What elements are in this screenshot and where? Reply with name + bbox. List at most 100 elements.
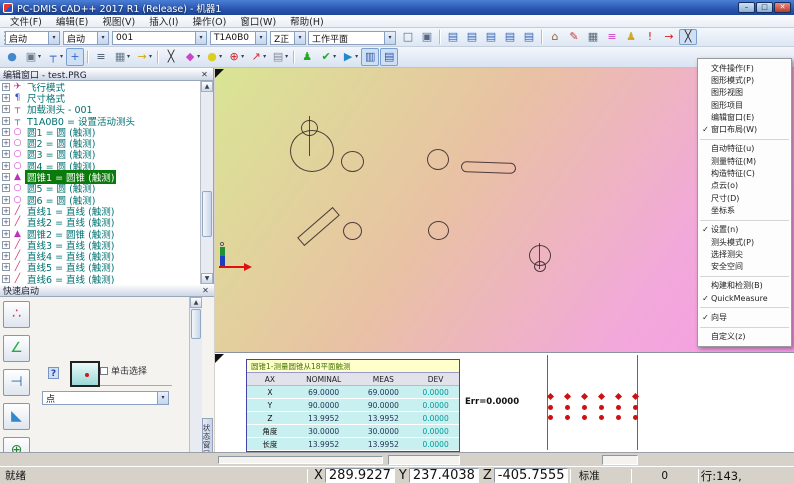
expand-icon[interactable]: + xyxy=(2,207,10,215)
context-menu-item[interactable]: ✓ 窗口布局(W) xyxy=(698,123,791,135)
expand-icon[interactable]: + xyxy=(2,162,10,170)
cad-circle3[interactable] xyxy=(343,222,362,240)
expand-icon[interactable]: + xyxy=(2,139,10,147)
context-menu-item[interactable]: 选择测尖 xyxy=(698,248,791,260)
expand-icon[interactable]: + xyxy=(2,94,10,102)
expand-icon[interactable]: + xyxy=(2,263,10,271)
cad-view-icon[interactable]: ▦ ▾ xyxy=(111,48,132,66)
expand-icon[interactable]: + xyxy=(2,128,10,136)
context-menu-item[interactable] xyxy=(700,307,789,308)
play-insert-icon[interactable]: ▶ ▾ xyxy=(339,48,360,66)
expand-icon[interactable]: + xyxy=(2,230,10,238)
dropdown-caret[interactable]: ▾ xyxy=(60,49,63,65)
view-combo[interactable]: Z正▾ xyxy=(270,31,306,45)
context-menu-item[interactable]: 坐标系 xyxy=(698,204,791,216)
chevron-down-icon[interactable]: ▾ xyxy=(294,32,305,44)
chevron-down-icon[interactable]: ▾ xyxy=(384,32,395,44)
dropdown-caret[interactable]: ▾ xyxy=(285,49,288,65)
context-menu-item[interactable] xyxy=(700,276,789,277)
circle-feature-icon[interactable]: ● ▾ xyxy=(203,48,224,66)
menu-item[interactable]: 编辑(E) xyxy=(50,14,94,28)
context-menu-item[interactable]: 自动特征(u) xyxy=(698,143,791,155)
minimize-button[interactable]: – xyxy=(738,2,755,13)
report-window-3-icon[interactable]: ▤ xyxy=(501,29,519,45)
chevron-down-icon[interactable]: ▾ xyxy=(48,32,59,44)
feature-type-combo[interactable]: 点 ▾ xyxy=(42,391,169,405)
click-select-checkbox[interactable]: 单击选择 xyxy=(100,364,147,377)
close-icon[interactable]: ✕ xyxy=(199,69,210,80)
context-menu-item[interactable]: 测头模式(P) xyxy=(698,236,791,248)
expand-icon[interactable]: + xyxy=(2,150,10,158)
report-operator-icon[interactable]: ♟ xyxy=(622,29,640,45)
toolbar-icon[interactable] xyxy=(439,29,441,45)
context-menu-item[interactable]: 编辑窗口(E) xyxy=(698,111,791,123)
edit-window-header[interactable]: 编辑窗口 - test.PRG ✕ xyxy=(0,68,213,81)
datum-plane-icon[interactable]: ◣ xyxy=(3,403,30,430)
window-collapse-icon[interactable]: ▥ xyxy=(361,48,379,66)
close-button[interactable]: ✕ xyxy=(774,2,791,13)
warning-icon[interactable]: ! xyxy=(641,29,659,45)
check-icon[interactable]: ✔ ▾ xyxy=(317,48,338,66)
probe-icon[interactable]: ┬ ▾ xyxy=(44,48,65,66)
chevron-down-icon[interactable]: ▾ xyxy=(157,392,168,404)
dropdown-caret[interactable]: ▾ xyxy=(333,49,336,65)
operator-icon[interactable]: ♟ xyxy=(298,48,316,66)
context-menu-item[interactable]: ✓ 设置(n) xyxy=(698,224,791,236)
measure-points-icon[interactable]: ∴ xyxy=(3,301,30,328)
toolbar-icon[interactable] xyxy=(87,50,89,64)
context-menu-item[interactable]: ✓ QuickMeasure xyxy=(698,292,791,304)
menu-item[interactable]: 文件(F) xyxy=(4,14,48,28)
toolbar-icon[interactable] xyxy=(157,50,159,64)
report-window-1-icon[interactable]: ▤ xyxy=(463,29,481,45)
context-menu-item[interactable]: 构建和检测(B) xyxy=(698,280,791,292)
quick-start-header[interactable]: 快速启动 ✕ xyxy=(0,284,214,297)
expand-icon[interactable]: + xyxy=(2,275,10,283)
context-menu-item[interactable]: 安全空间 xyxy=(698,260,791,272)
close-icon[interactable]: ✕ xyxy=(200,285,211,296)
tree-item[interactable]: + ╱ 直线6 = 直线 (触测) xyxy=(0,273,201,284)
expand-icon[interactable]: + xyxy=(2,105,10,113)
report-bars-icon[interactable]: ≡ xyxy=(603,29,621,45)
feature-preview-image[interactable] xyxy=(70,361,100,387)
probe-mode-combo[interactable]: 启动▾ xyxy=(63,31,109,45)
pan-view-icon[interactable]: + xyxy=(66,48,84,66)
cad-cone2-top[interactable] xyxy=(534,261,546,272)
expand-icon[interactable]: + xyxy=(2,241,10,249)
window-expand-icon[interactable]: ▤ xyxy=(380,48,398,66)
expand-icon[interactable]: + xyxy=(2,117,10,125)
scroll-thumb[interactable] xyxy=(202,191,212,237)
probe-tip-combo[interactable]: T1A0B0▾ xyxy=(210,31,267,45)
cad-circle2[interactable] xyxy=(427,149,449,170)
toolbar-icon[interactable] xyxy=(293,50,295,64)
toolbar-icon[interactable] xyxy=(541,29,543,45)
workplane-combo[interactable]: 工作平面▾ xyxy=(308,31,396,45)
scroll-down-icon[interactable]: ▼ xyxy=(201,273,213,284)
context-menu-item[interactable]: 构造特征(C) xyxy=(698,167,791,179)
context-menu-item[interactable] xyxy=(700,327,789,328)
report-home-icon[interactable]: ⌂ xyxy=(546,29,564,45)
report-window-4-icon[interactable]: ▤ xyxy=(520,29,538,45)
expand-icon[interactable]: + xyxy=(2,218,10,226)
context-menu-item[interactable]: ✓ 向导 xyxy=(698,311,791,323)
cad-circle1[interactable] xyxy=(341,151,364,172)
checkbox-box[interactable] xyxy=(100,367,108,375)
scroll-up-icon[interactable]: ▲ xyxy=(201,81,213,92)
menu-item[interactable]: 操作(O) xyxy=(186,14,232,28)
cad-slot-horizontal[interactable] xyxy=(461,161,516,174)
layout-window-icon[interactable]: ▤ xyxy=(444,29,462,45)
context-menu-item[interactable]: 图形模式(P) xyxy=(698,74,791,86)
dropdown-caret[interactable]: ▾ xyxy=(219,49,222,65)
context-menu-item[interactable]: 图形视图 xyxy=(698,87,791,99)
motion-mode-combo[interactable]: 启动▾ xyxy=(5,31,60,45)
tree-scrollbar[interactable]: ▲ ▼ xyxy=(200,81,213,284)
scroll-up-icon[interactable]: ▲ xyxy=(190,297,202,308)
probe-sphere-icon[interactable]: ● xyxy=(3,48,21,66)
chevron-down-icon[interactable]: ▾ xyxy=(97,32,108,44)
expand-icon[interactable]: + xyxy=(2,252,10,260)
dropdown-caret[interactable]: ▾ xyxy=(38,49,41,65)
menu-item[interactable]: 插入(I) xyxy=(143,14,184,28)
dropdown-caret[interactable]: ▾ xyxy=(197,49,200,65)
context-menu-item[interactable]: 尺寸(D) xyxy=(698,192,791,204)
expand-icon[interactable]: + xyxy=(2,173,10,181)
customize-tools-icon[interactable]: ╳ xyxy=(679,29,697,45)
